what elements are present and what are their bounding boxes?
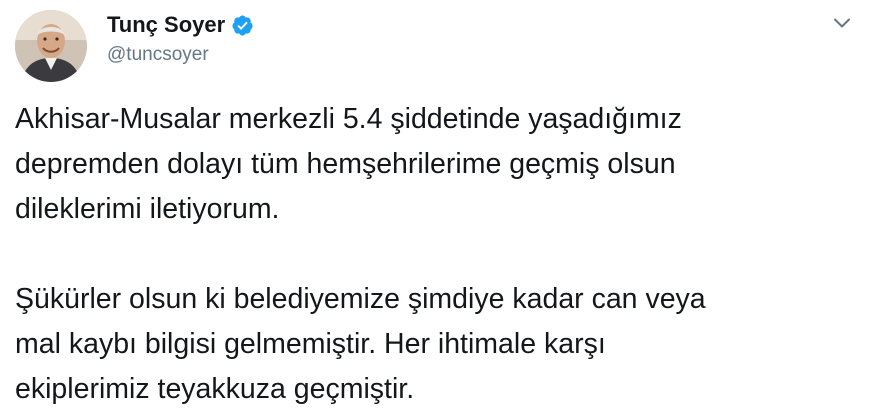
author-name-row: Tunç Soyer — [107, 10, 254, 40]
chevron-down-icon[interactable] — [831, 12, 853, 34]
tweet-line: depremden dolayı tüm hemşehrilerime geçm… — [15, 148, 676, 180]
tweet-line: ekiplerimiz teyakkuza geçmiştir. — [15, 373, 415, 405]
verified-badge-icon — [231, 14, 254, 37]
tweet-card: Tunç Soyer @tuncsoyer Akhisar-Musalar me… — [0, 0, 871, 418]
tweet-line: mal kaybı bilgisi gelmemiştir. Her ihtim… — [15, 328, 606, 360]
display-name[interactable]: Tunç Soyer — [107, 12, 225, 38]
tweet-line: Şükürler olsun ki belediyemize şimdiye k… — [15, 283, 706, 315]
tweet-line: dileklerimi iletiyorum. — [15, 193, 280, 225]
tweet-line: Akhisar-Musalar merkezli 5.4 şiddetinde … — [15, 103, 682, 135]
tweet-text: Akhisar-Musalar merkezli 5.4 şiddetinde … — [15, 97, 860, 412]
avatar[interactable] — [15, 10, 87, 82]
avatar-image — [15, 10, 87, 82]
user-handle[interactable]: @tuncsoyer — [107, 44, 209, 66]
